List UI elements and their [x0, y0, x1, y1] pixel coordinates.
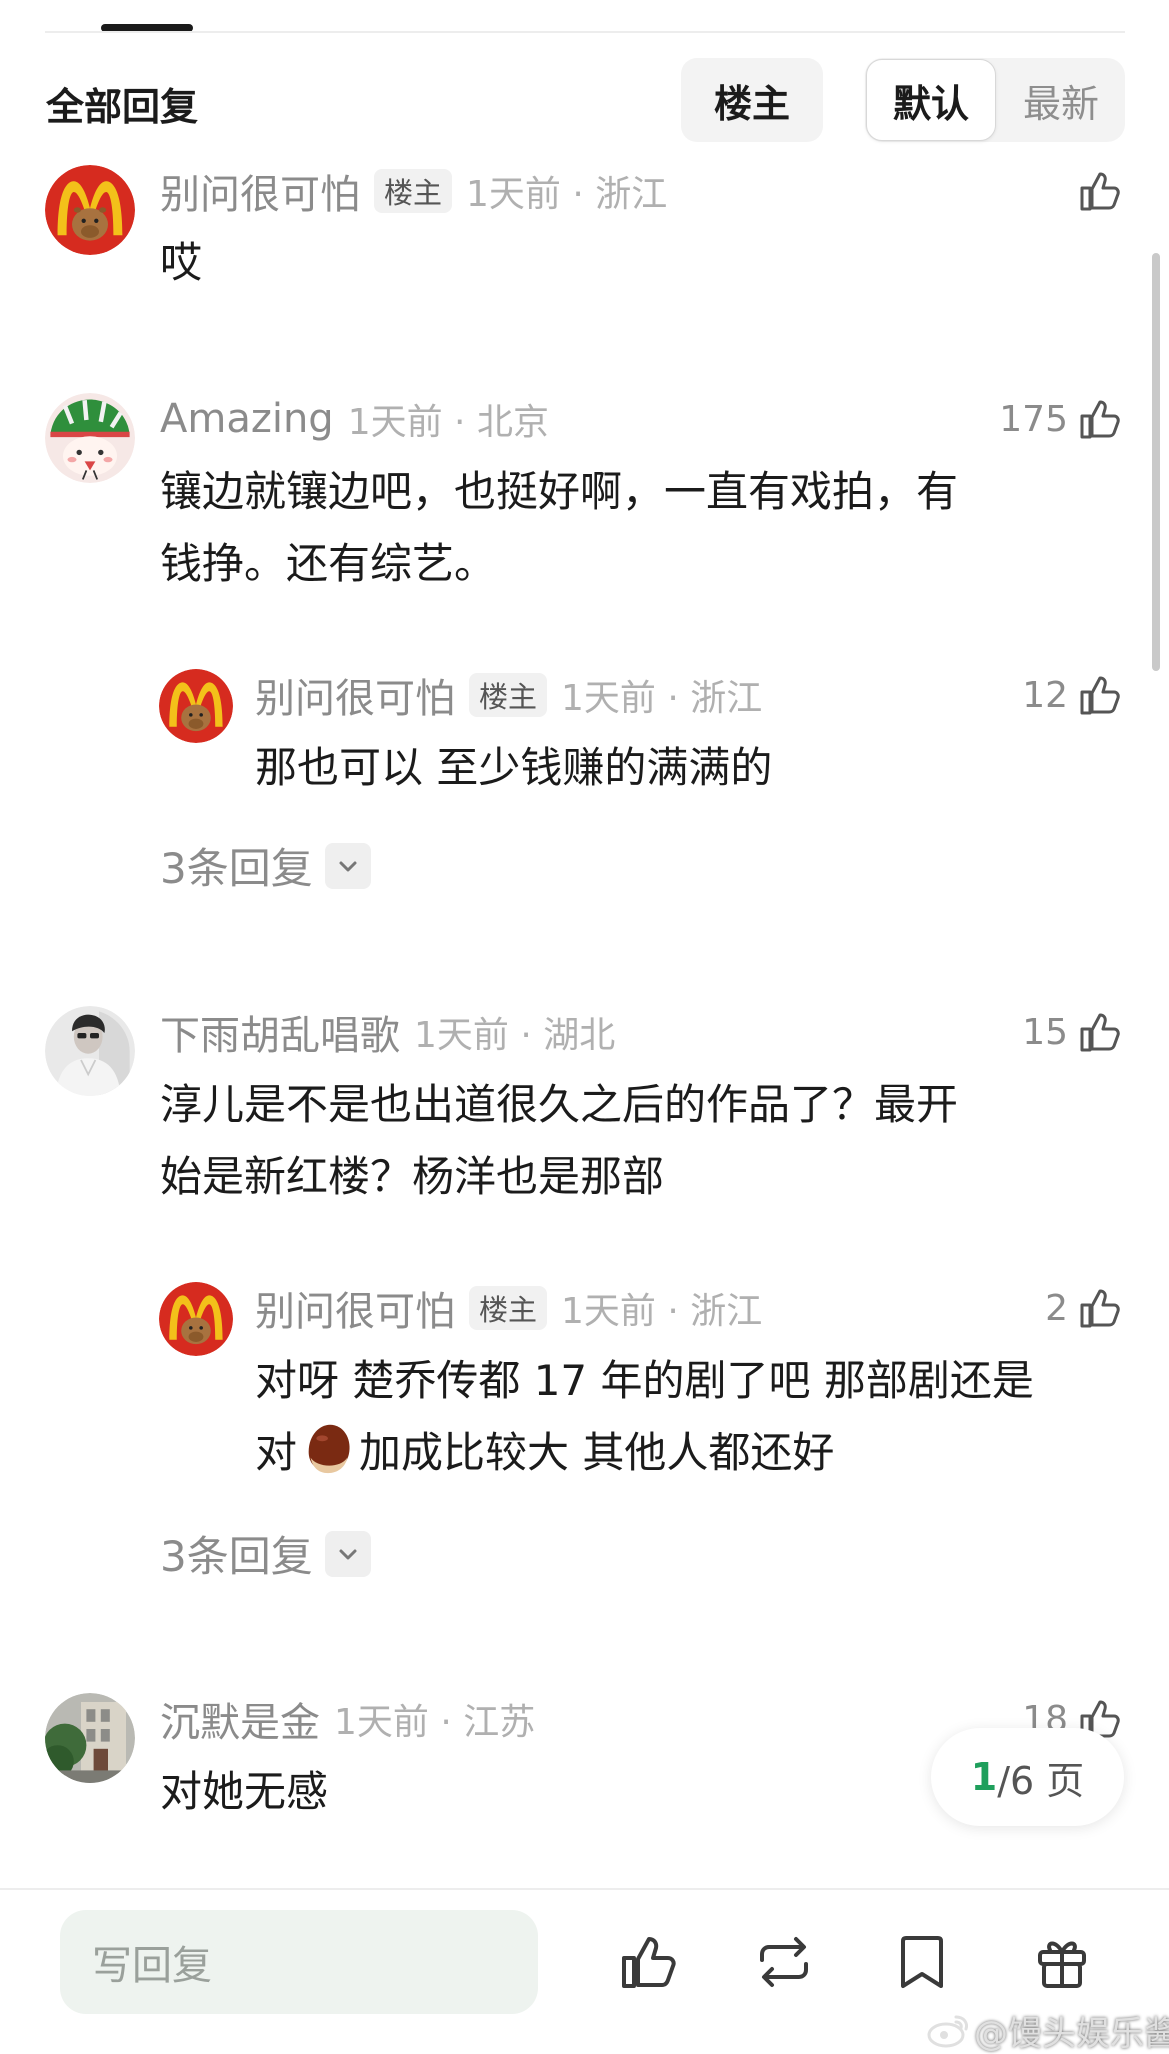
bookmark-icon[interactable] [890, 1930, 954, 1994]
page-indicator[interactable]: 1/6 页 [931, 1728, 1124, 1826]
owner-badge: 楼主 [469, 673, 548, 717]
reply-input[interactable]: 写回复 [60, 1910, 538, 2014]
username[interactable]: 下雨胡乱唱歌 [160, 1003, 400, 1061]
username[interactable]: 别问很可怕 [255, 1279, 455, 1337]
reply-text-line: 对呀 楚乔传都 17 年的剧了吧 那部剧还是 [255, 1356, 1034, 1405]
comment-text: 哎 [160, 238, 203, 287]
all-replies-title: 全部回复 [46, 85, 199, 129]
comment-meta: 下雨胡乱唱歌 1天前 · 湖北 [160, 1007, 616, 1059]
reply-text-line: 对 加成比较大 其他人都还好 [255, 1418, 834, 1488]
like-button[interactable]: 12 [1022, 670, 1124, 720]
like-count: 2 [1045, 1287, 1068, 1329]
comment-text: 对她无感 [160, 1767, 329, 1816]
reply-meta: 别问很可怕 楼主 1天前 · 浙江 [255, 1283, 763, 1335]
comment-text-line: 钱挣。还有综艺。 [160, 539, 497, 588]
thumbs-up-icon [1080, 172, 1120, 211]
avatar[interactable] [45, 393, 135, 483]
christmas-cartoon-avatar-icon [45, 393, 135, 483]
thumbs-up-icon[interactable] [616, 1930, 680, 1994]
sort-default-button[interactable]: 默认 [866, 59, 996, 141]
watermark-text: @馒头娱乐酱 [974, 2014, 1169, 2054]
repost-icon[interactable] [752, 1930, 816, 1994]
thumbs-up-icon [1080, 676, 1120, 715]
avatar[interactable] [159, 669, 233, 743]
comment-time-location: 1天前 · 湖北 [414, 1015, 616, 1056]
bottom-divider [0, 1888, 1169, 1890]
reply-text-prefix: 对 [255, 1428, 298, 1477]
username[interactable]: Amazing [160, 396, 334, 442]
thumbs-up-icon [1080, 1013, 1120, 1052]
chestnut-emoji-icon [308, 1424, 350, 1474]
weibo-watermark: @馒头娱乐酱 [926, 2006, 1169, 2054]
building-photo-avatar-icon [45, 1693, 135, 1783]
portrait-photo-avatar-icon [45, 1006, 135, 1096]
gift-icon[interactable] [1030, 1930, 1094, 1994]
current-page: 1 [970, 1755, 998, 1799]
weibo-logo-icon [927, 2015, 968, 2047]
comment-time-location: 1天前 · 北京 [347, 402, 549, 443]
more-replies-label: 3条回复 [160, 1532, 313, 1581]
avatar[interactable] [45, 1693, 135, 1783]
avatar[interactable] [45, 165, 135, 255]
sort-newest-button[interactable]: 最新 [998, 58, 1124, 142]
comment-text-line: 始是新红楼？杨洋也是那部 [160, 1152, 665, 1201]
mcdonalds-capybara-avatar-icon [45, 165, 135, 255]
comment-time-location: 1天前 · 浙江 [466, 174, 668, 215]
chevron-down-icon [324, 842, 371, 889]
more-replies-label: 3条回复 [160, 844, 313, 893]
owner-badge: 楼主 [374, 169, 453, 213]
reply-text-suffix: 加成比较大 其他人都还好 [359, 1428, 835, 1477]
reply-text: 那也可以 至少钱赚的满满的 [255, 743, 773, 792]
comment-meta: Amazing 1天前 · 北京 [160, 394, 549, 444]
mcdonalds-capybara-avatar-icon [159, 1282, 233, 1356]
top-divider [45, 31, 1125, 33]
avatar[interactable] [45, 1006, 135, 1096]
reply-time-location: 1天前 · 浙江 [561, 678, 763, 719]
thumbs-up-icon [1080, 1289, 1120, 1328]
expand-replies-button[interactable]: 3条回复 [160, 835, 371, 896]
avatar[interactable] [159, 1282, 233, 1356]
comment-text-line: 淳儿是不是也出道很久之后的作品了？最开 [160, 1080, 959, 1129]
reply-meta: 别问很可怕 楼主 1天前 · 浙江 [255, 670, 763, 722]
like-button[interactable]: 15 [1022, 1007, 1124, 1057]
like-count: 12 [1022, 674, 1068, 716]
total-pages: /6 页 [997, 1758, 1085, 1803]
like-button[interactable]: 175 [999, 394, 1124, 444]
owner-badge: 楼主 [469, 1286, 548, 1330]
like-count: 15 [1022, 1011, 1068, 1053]
username[interactable]: 别问很可怕 [255, 666, 455, 724]
comment-time-location: 1天前 · 江苏 [334, 1702, 536, 1743]
scrollbar[interactable] [1152, 253, 1160, 671]
username[interactable]: 沉默是金 [160, 1690, 320, 1748]
like-button[interactable] [1076, 166, 1124, 216]
comment-meta: 沉默是金 1天前 · 江苏 [160, 1694, 536, 1746]
owner-only-button[interactable]: 楼主 [681, 58, 823, 142]
reply-time-location: 1天前 · 浙江 [561, 1291, 763, 1332]
username[interactable]: 别问很可怕 [160, 162, 360, 220]
comment-meta: 别问很可怕 楼主 1天前 · 浙江 [160, 166, 668, 218]
expand-replies-button[interactable]: 3条回复 [160, 1523, 371, 1584]
chevron-down-icon [324, 1530, 371, 1577]
comment-text-line: 镶边就镶边吧，也挺好啊，一直有戏拍，有 [160, 467, 959, 516]
like-count: 175 [999, 398, 1068, 440]
thumbs-up-icon [1080, 400, 1120, 439]
mcdonalds-capybara-avatar-icon [159, 669, 233, 743]
like-button[interactable]: 2 [1045, 1283, 1124, 1333]
